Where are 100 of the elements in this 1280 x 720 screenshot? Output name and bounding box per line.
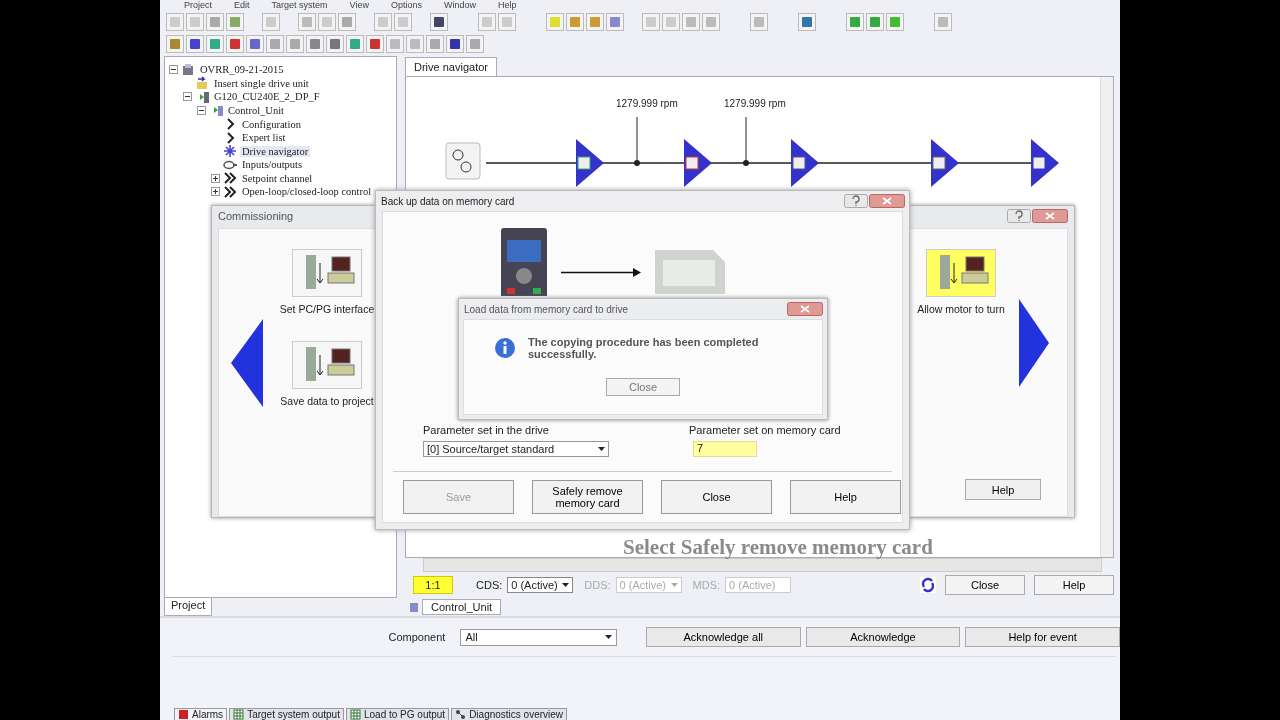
toolbar-icon[interactable] [186, 35, 204, 53]
object-tab[interactable]: Control_Unit [422, 599, 502, 616]
toolbar-icon[interactable] [226, 35, 244, 53]
tree-item[interactable]: Expert list [240, 132, 288, 144]
output-tab[interactable]: Target system output [229, 708, 344, 720]
step-label: Save data to project [280, 395, 374, 407]
function-block-icon [1031, 138, 1059, 187]
toolbar-icon[interactable] [246, 35, 264, 53]
dialog-title: Commissioning [218, 210, 294, 222]
scrollbar[interactable] [423, 558, 1102, 573]
event-button[interactable]: Help for event [965, 627, 1120, 648]
menu-item[interactable]: Window [443, 0, 476, 10]
step-tile[interactable] [926, 249, 996, 297]
toolbar-icon[interactable] [366, 35, 384, 53]
output-tab[interactable]: Load to PG output [345, 708, 450, 720]
dataset-dropdown[interactable]: 0 (Active) [507, 577, 574, 594]
left-arrow-icon[interactable] [231, 319, 265, 407]
drive-node-icon [445, 142, 481, 180]
insert-icon [195, 76, 209, 91]
tree-item[interactable]: Setpoint channel [240, 172, 315, 184]
menu-item[interactable]: View [349, 0, 369, 10]
minus-icon[interactable] [183, 92, 192, 102]
project-icon [181, 62, 195, 77]
close-icon[interactable] [787, 302, 823, 316]
tree-item[interactable]: Open-loop/closed-loop control [240, 186, 374, 198]
grid-icon [349, 709, 361, 720]
help-icon[interactable] [844, 194, 868, 208]
info-icon [494, 337, 516, 359]
drive-unit-drawing [501, 228, 547, 296]
parameter-field[interactable]: 7 [693, 441, 757, 457]
event-button[interactable]: Acknowledge [805, 627, 961, 648]
tree-item[interactable]: Control_Unit [226, 104, 286, 116]
output-tab[interactable]: Diagnostics overview [451, 708, 568, 720]
menu-item[interactable]: Help [497, 0, 517, 10]
dialog-button[interactable]: Close [945, 575, 1025, 596]
arrow-icon [561, 268, 641, 277]
dialog-button[interactable]: Close [661, 480, 772, 514]
component-label: Component [387, 631, 446, 644]
plus-icon[interactable] [211, 173, 220, 183]
unit-icon [409, 601, 419, 614]
caret-icon [670, 583, 678, 588]
minus-icon[interactable] [197, 105, 206, 115]
field-label: Parameter set on memory card [689, 424, 841, 436]
minus-icon[interactable] [169, 65, 178, 75]
caret-icon [562, 583, 570, 588]
toolbar-icon[interactable] [446, 35, 464, 53]
toolbar-icon[interactable] [798, 13, 816, 31]
dialog-button[interactable]: Safely remove memory card [532, 480, 643, 514]
step-tile[interactable] [292, 341, 362, 389]
star-icon [223, 144, 237, 159]
dialog-title: Load data from memory card to drive [464, 303, 628, 315]
tree-item[interactable]: Drive navigator [240, 145, 311, 157]
close-icon[interactable] [869, 194, 905, 208]
double-chevron-icon [223, 185, 237, 199]
selector-label: DDS: [584, 579, 611, 592]
output-tab[interactable]: Alarms [174, 708, 228, 720]
component-dropdown[interactable]: All [460, 628, 617, 646]
dataset-dropdown: 0 (Active) [615, 577, 682, 594]
caption-text: Select Safely remove memory card [623, 535, 933, 559]
tree-item[interactable]: Insert single drive unit [212, 77, 311, 89]
step-label: Allow motor to turn [917, 303, 1005, 315]
menu-item[interactable]: Options [390, 0, 422, 10]
tree-item[interactable]: OVRR_09-21-2015 [198, 64, 286, 76]
scrollbar[interactable] [1100, 76, 1113, 558]
function-block-icon [684, 138, 712, 187]
help-icon[interactable] [1007, 209, 1031, 223]
view-tab[interactable]: Drive navigator [405, 56, 497, 76]
speed-reading: 1279.999 rpm [616, 97, 678, 109]
memory-card-drawing [655, 250, 725, 294]
tree-item[interactable]: Configuration [240, 118, 303, 130]
menu-item[interactable]: Edit [234, 0, 250, 10]
dialog-title: Back up data on memory card [381, 195, 515, 207]
function-block-icon [791, 138, 819, 187]
event-button[interactable]: Acknowledge all [645, 627, 801, 648]
menu-item[interactable]: Project [184, 0, 212, 10]
ratio-indicator: 1:1 [413, 576, 453, 595]
close-button[interactable]: Close [606, 378, 680, 396]
tree-item[interactable]: Inputs/outputs [240, 159, 305, 171]
plus-icon[interactable] [211, 187, 220, 197]
dialog-button[interactable]: Help [1034, 575, 1114, 596]
dialog-button[interactable]: Help [790, 480, 901, 514]
menu-item[interactable]: Target system [271, 0, 328, 10]
close-icon[interactable] [1032, 209, 1068, 223]
message-text: The copying procedure has been completed successfully. [528, 336, 760, 360]
tree-item[interactable]: G120_CU240E_2_DP_F [212, 91, 322, 103]
caret-icon [598, 447, 605, 451]
selector-label: MDS: [692, 579, 721, 592]
step-label: Set PC/PG interface [279, 303, 375, 315]
function-block-icon [931, 138, 959, 187]
refresh-icon[interactable] [920, 577, 936, 594]
diagnostics-icon [455, 709, 467, 720]
right-arrow-icon[interactable] [1019, 299, 1049, 387]
panel-tab[interactable]: Project [164, 598, 213, 617]
parameter-dropdown[interactable]: [0] Source/target standard [423, 441, 609, 457]
toolbar-icon[interactable] [430, 13, 448, 31]
alarm-icon [178, 709, 189, 720]
toolbar-icon[interactable] [326, 35, 344, 53]
dataset-field: 0 (Active) [725, 577, 792, 594]
step-tile[interactable] [292, 249, 362, 297]
dialog-button[interactable]: Help [965, 479, 1041, 500]
